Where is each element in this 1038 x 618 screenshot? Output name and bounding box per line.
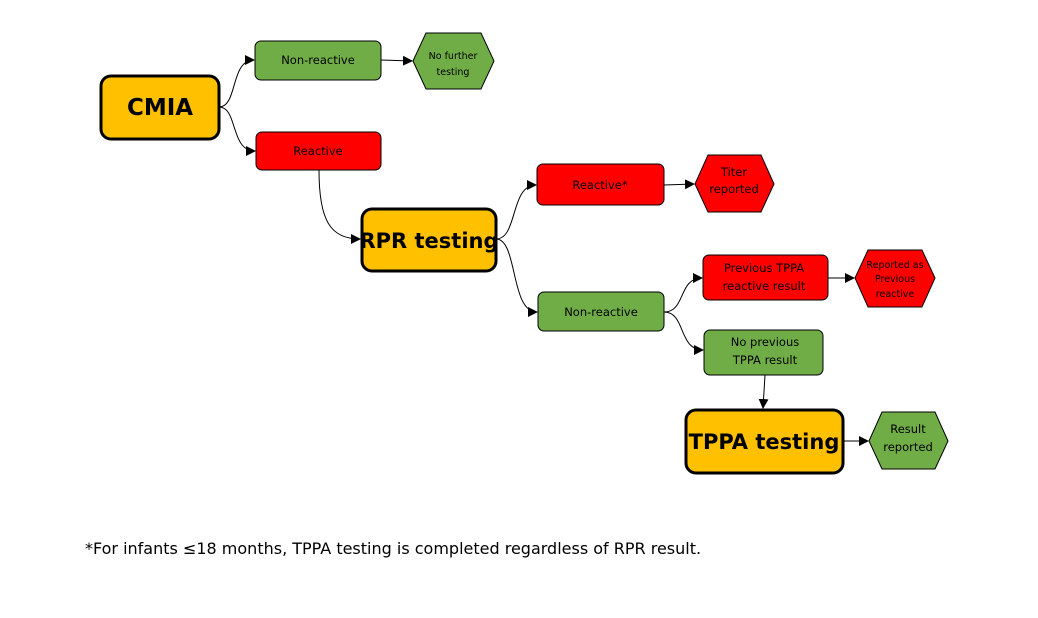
label: Reactive*: [572, 178, 628, 192]
label-line: testing: [437, 67, 470, 78]
edge-reactive-titer: [663, 179, 695, 190]
edge-cmia-nonreactive: [218, 55, 255, 108]
label: Reactive: [293, 144, 343, 158]
edge-rpr-nonreactive: [495, 238, 538, 317]
label-line: No further: [429, 51, 478, 62]
node-rpr-testing: RPR testing: [359, 207, 499, 273]
label: TPPA testing: [689, 430, 840, 454]
label-line: reported: [709, 182, 759, 196]
label-line: reactive result: [723, 279, 806, 293]
label-line: reactive: [876, 289, 915, 300]
node-tppa-testing: TPPA testing: [684, 408, 845, 475]
label-line: reported: [883, 440, 933, 454]
label: Non-reactive: [281, 53, 355, 67]
node-result-reported: Result reported: [868, 411, 949, 470]
edge-rpr-reactive: [495, 180, 537, 240]
node-no-previous-tppa: No previous TPPA result: [703, 329, 824, 376]
edge-nonreactive-nofurther: [380, 55, 413, 66]
label: Non-reactive: [564, 305, 638, 319]
node-rpr-nonreactive: Non-reactive: [537, 291, 665, 332]
node-titer-reported: Titer reported: [694, 154, 775, 213]
edge-nonreactive-noprev: [663, 311, 704, 355]
label-line: No previous: [731, 335, 799, 349]
footnote: *For infants ≤18 months, TPPA testing is…: [85, 539, 701, 558]
label-line: Reported as: [866, 260, 923, 271]
node-previous-tppa-reactive: Previous TPPA reactive result: [702, 254, 829, 301]
label-line: TPPA result: [732, 353, 798, 367]
label: RPR testing: [359, 229, 498, 253]
node-reported-previous-reactive: Reported as Previous reactive: [854, 249, 936, 308]
node-cmia-nonreactive: Non-reactive: [254, 40, 382, 81]
node-no-further-testing: No further testing: [412, 32, 495, 90]
node-rpr-reactive: Reactive*: [536, 163, 665, 206]
label-line: Previous TPPA: [724, 261, 804, 275]
flowchart: CMIA Non-reactive No further testing Rea…: [85, 32, 949, 558]
node-cmia-label: CMIA: [127, 95, 193, 121]
edge-noprev-tppa: [758, 374, 769, 409]
node-cmia: CMIA: [99, 74, 221, 141]
edge-reactive-rpr: [318, 169, 361, 244]
node-cmia-reactive: Reactive: [255, 131, 382, 171]
edge-cmia-reactive: [218, 106, 256, 156]
edge-nonreactive-prevtppa: [663, 273, 703, 313]
label-line: Result: [890, 422, 926, 436]
label-line: Previous: [875, 274, 915, 285]
label-line: Titer: [720, 165, 747, 179]
